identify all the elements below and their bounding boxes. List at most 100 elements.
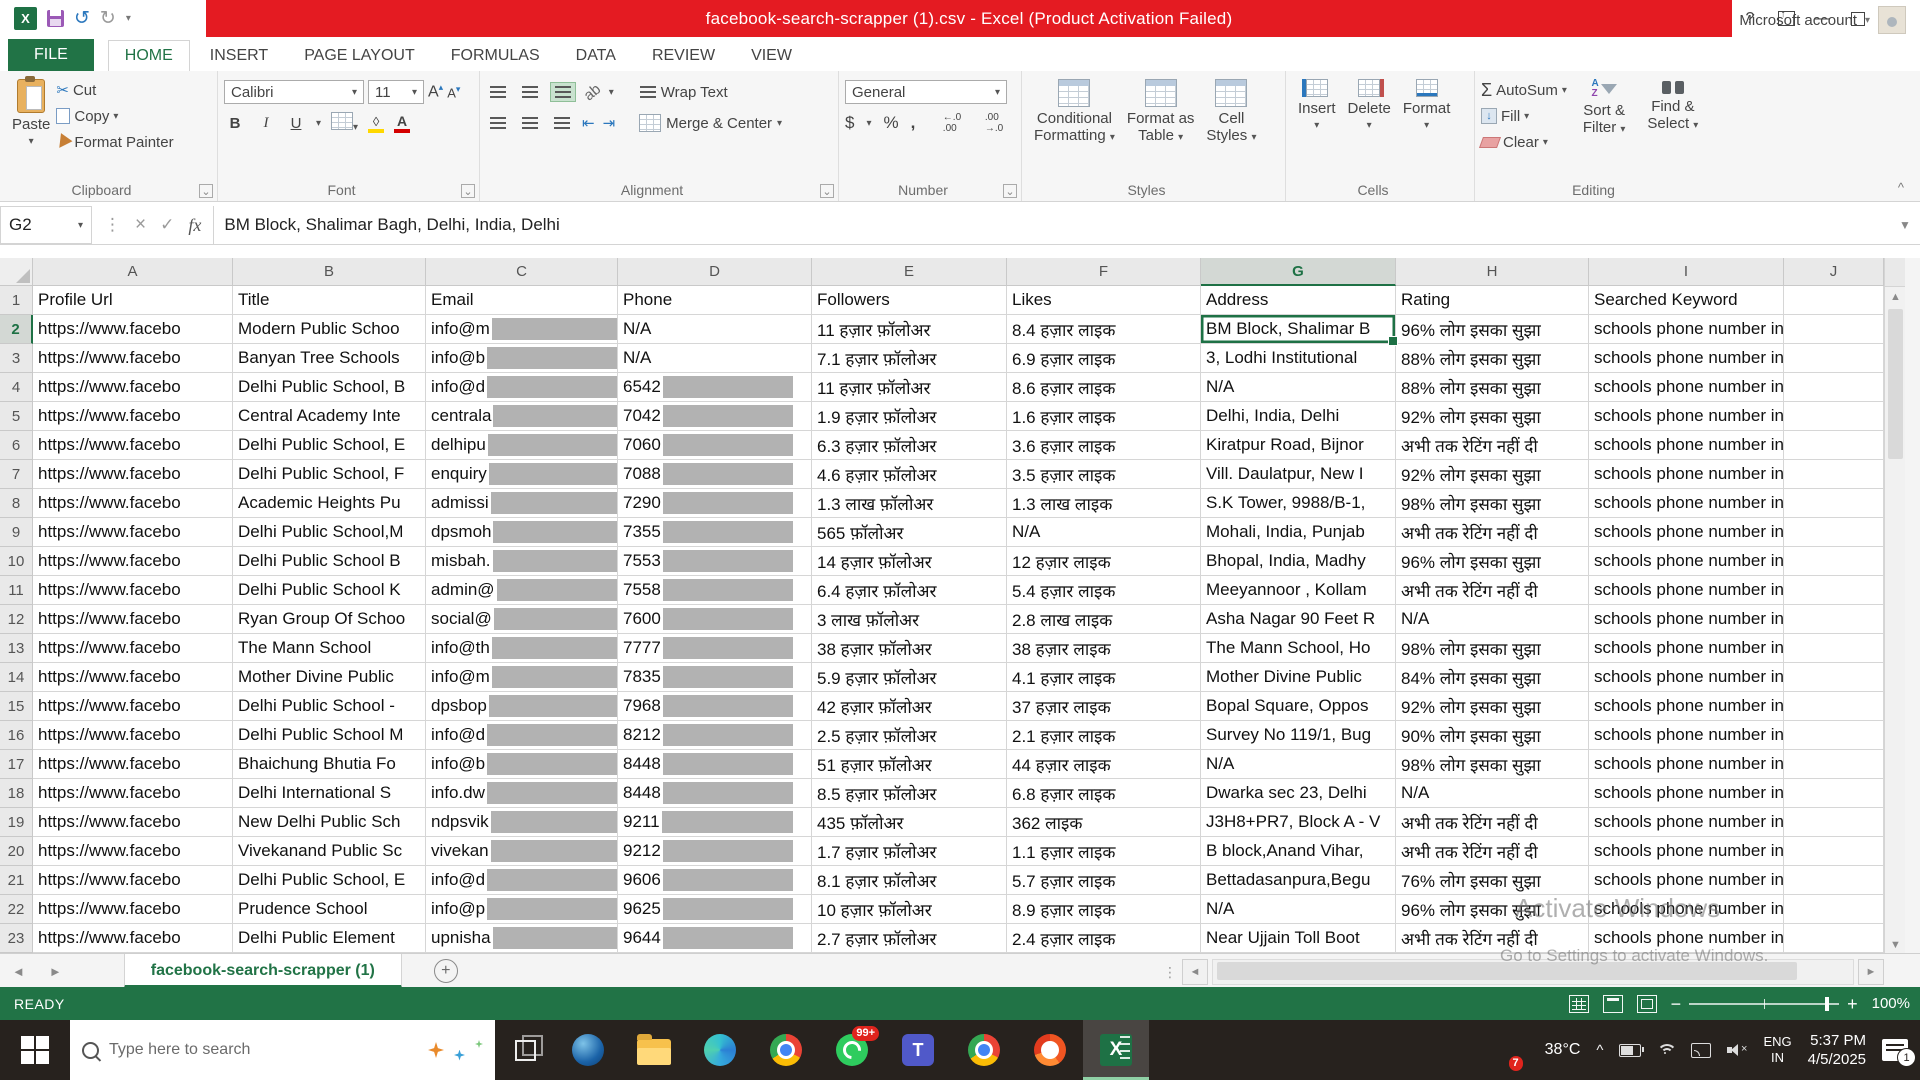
ribbon-tab-page-layout[interactable]: PAGE LAYOUT [288, 41, 431, 71]
cell-D12[interactable]: 7600 [618, 605, 812, 634]
cell-B20[interactable]: Vivekanand Public Sc [233, 837, 426, 866]
column-header-B[interactable]: B [233, 258, 426, 286]
cell-F1[interactable]: Likes [1007, 286, 1201, 315]
row-header-18[interactable]: 18 [0, 779, 33, 808]
cell-B13[interactable]: The Mann School [233, 634, 426, 663]
cell-A16[interactable]: https://www.facebo [33, 721, 233, 750]
cell-J23[interactable] [1784, 924, 1884, 953]
cell-B22[interactable]: Prudence School [233, 895, 426, 924]
cell-C5[interactable]: centrala [426, 402, 618, 431]
cell-E19[interactable]: 435 फ़ॉलोअर [812, 808, 1007, 837]
cell-A23[interactable]: https://www.facebo [33, 924, 233, 953]
paste-button[interactable]: Paste ▾ [6, 77, 56, 155]
font-size-combo[interactable]: 11▾ [368, 80, 424, 104]
cell-H1[interactable]: Rating [1396, 286, 1589, 315]
normal-view-icon[interactable] [1569, 995, 1589, 1013]
fill-handle[interactable] [1388, 336, 1398, 346]
cell-F12[interactable]: 2.8 लाख लाइक [1007, 605, 1201, 634]
redo-icon[interactable]: ↻ [100, 9, 116, 28]
row-header-1[interactable]: 1 [0, 286, 33, 315]
cell-C22[interactable]: info@p [426, 895, 618, 924]
cell-A21[interactable]: https://www.facebo [33, 866, 233, 895]
cell-H15[interactable]: 92% लोग इसका सुझा [1396, 692, 1589, 721]
cell-H13[interactable]: 98% लोग इसका सुझा [1396, 634, 1589, 663]
expand-formula-bar-icon[interactable]: ▼ [1890, 206, 1920, 244]
cell-B3[interactable]: Banyan Tree Schools [233, 344, 426, 373]
cell-I15[interactable]: schools phone number in delhi [1589, 692, 1784, 721]
cell-A17[interactable]: https://www.facebo [33, 750, 233, 779]
undo-icon[interactable]: ↺ [74, 9, 90, 28]
cell-C2[interactable]: info@m [426, 315, 618, 344]
align-left-button[interactable] [486, 114, 510, 132]
row-header-20[interactable]: 20 [0, 837, 33, 866]
number-dialog-launcher[interactable]: ⌄ [1003, 184, 1017, 198]
increase-decimal-button[interactable]: ←.0 .00 [943, 112, 973, 134]
cell-G13[interactable]: The Mann School, Ho [1201, 634, 1396, 663]
tab-scrollbar-splitter[interactable]: ⋮ [1163, 964, 1178, 981]
show-hidden-icons-chevron[interactable]: ^ [1596, 1042, 1603, 1059]
cell-C16[interactable]: info@d [426, 721, 618, 750]
cell-D5[interactable]: 7042 [618, 402, 812, 431]
row-header-19[interactable]: 19 [0, 808, 33, 837]
row-header-21[interactable]: 21 [0, 866, 33, 895]
cell-E16[interactable]: 2.5 हज़ार फ़ॉलोअर [812, 721, 1007, 750]
cell-F11[interactable]: 5.4 हज़ार लाइक [1007, 576, 1201, 605]
cell-D3[interactable]: N/A [618, 344, 812, 373]
cell-B12[interactable]: Ryan Group Of Schoo [233, 605, 426, 634]
temperature[interactable]: 38°C [1545, 1041, 1581, 1059]
cell-G19[interactable]: J3H8+PR7, Block A - V [1201, 808, 1396, 837]
cell-I21[interactable]: schools phone number in delhi [1589, 866, 1784, 895]
cell-A13[interactable]: https://www.facebo [33, 634, 233, 663]
cell-G7[interactable]: Vill. Daulatpur, New I [1201, 460, 1396, 489]
cell-D22[interactable]: 9625 [618, 895, 812, 924]
cell-I17[interactable]: schools phone number in delhi [1589, 750, 1784, 779]
row-header-15[interactable]: 15 [0, 692, 33, 721]
battery-icon[interactable] [1619, 1044, 1641, 1057]
cell-I23[interactable]: schools phone number in delhi [1589, 924, 1784, 953]
cell-B5[interactable]: Central Academy Inte [233, 402, 426, 431]
cell-E6[interactable]: 6.3 हज़ार फ़ॉलोअर [812, 431, 1007, 460]
page-layout-view-icon[interactable] [1603, 995, 1623, 1013]
cell-D4[interactable]: 6542 [618, 373, 812, 402]
delete-cells-button[interactable]: Delete ▾ [1342, 77, 1397, 133]
cell-A2[interactable]: https://www.facebo [33, 315, 233, 344]
cell-G2[interactable]: BM Block, Shalimar B [1201, 315, 1396, 344]
decrease-indent-button[interactable]: ⇤ [582, 114, 595, 132]
cell-H5[interactable]: 92% लोग इसका सुझा [1396, 402, 1589, 431]
ribbon-tab-formulas[interactable]: FORMULAS [435, 41, 556, 71]
cell-I14[interactable]: schools phone number in delhi [1589, 663, 1784, 692]
cell-E18[interactable]: 8.5 हज़ार फ़ॉलोअर [812, 779, 1007, 808]
ribbon-tab-review[interactable]: REVIEW [636, 41, 731, 71]
cell-A22[interactable]: https://www.facebo [33, 895, 233, 924]
cell-E3[interactable]: 7.1 हज़ार फ़ॉलोअर [812, 344, 1007, 373]
cell-D7[interactable]: 7088 [618, 460, 812, 489]
cell-I20[interactable]: schools phone number in delhi [1589, 837, 1784, 866]
cell-D11[interactable]: 7558 [618, 576, 812, 605]
cell-E13[interactable]: 38 हज़ार फ़ॉलोअर [812, 634, 1007, 663]
cell-J21[interactable] [1784, 866, 1884, 895]
column-header-D[interactable]: D [618, 258, 812, 286]
cell-B19[interactable]: New Delhi Public Sch [233, 808, 426, 837]
cell-C3[interactable]: info@b [426, 344, 618, 373]
row-header-8[interactable]: 8 [0, 489, 33, 518]
cell-I2[interactable]: schools phone number in delhi [1589, 315, 1784, 344]
cell-D8[interactable]: 7290 [618, 489, 812, 518]
cell-D17[interactable]: 8448 [618, 750, 812, 779]
cell-I1[interactable]: Searched Keyword [1589, 286, 1784, 315]
cell-D23[interactable]: 9644 [618, 924, 812, 953]
cell-J15[interactable] [1784, 692, 1884, 721]
cast-icon[interactable] [1691, 1043, 1711, 1058]
cell-A4[interactable]: https://www.facebo [33, 373, 233, 402]
cell-D13[interactable]: 7777 [618, 634, 812, 663]
cell-I19[interactable]: schools phone number in delhi [1589, 808, 1784, 837]
cell-J20[interactable] [1784, 837, 1884, 866]
conditional-formatting-button[interactable]: ConditionalFormatting ▾ [1028, 77, 1121, 147]
zoom-level[interactable]: 100% [1872, 995, 1910, 1012]
column-header-H[interactable]: H [1396, 258, 1589, 286]
cell-H18[interactable]: N/A [1396, 779, 1589, 808]
cell-G18[interactable]: Dwarka sec 23, Delhi [1201, 779, 1396, 808]
cell-D6[interactable]: 7060 [618, 431, 812, 460]
cell-I10[interactable]: schools phone number in delhi [1589, 547, 1784, 576]
row-header-12[interactable]: 12 [0, 605, 33, 634]
cell-D1[interactable]: Phone [618, 286, 812, 315]
